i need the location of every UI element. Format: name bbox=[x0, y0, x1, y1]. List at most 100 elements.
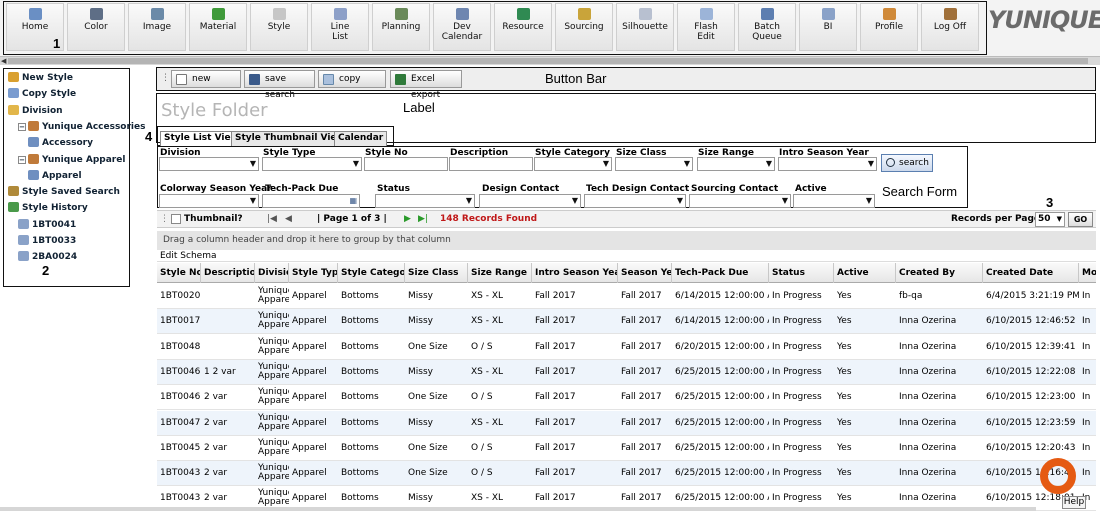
toolbar-image-button[interactable]: Image bbox=[128, 3, 186, 51]
table-row[interactable]: 1BT00462 var Yunique ApparelApparel Bottom… bbox=[157, 385, 1096, 411]
thumbnail-checkbox[interactable] bbox=[171, 214, 181, 224]
sidebar-item-accessory[interactable]: Accessory bbox=[28, 137, 93, 151]
sidebar-item-yunique-apparel[interactable]: − Yunique Apparel bbox=[18, 153, 125, 168]
scroll-left-icon[interactable]: ◀ bbox=[1, 57, 6, 65]
collapse-toggle-icon[interactable]: − bbox=[18, 155, 26, 164]
sidebar-item-yunique-accessories[interactable]: − Yunique Accessories bbox=[18, 120, 145, 135]
tech-pack-due-input[interactable]: ▦ bbox=[262, 194, 360, 208]
edit-schema-link[interactable]: Edit Schema bbox=[157, 250, 1096, 262]
scrollbar-thumb[interactable] bbox=[8, 58, 1088, 64]
table-row[interactable]: 1BT0048 Yunique ApparelApparel Bottoms One … bbox=[157, 335, 1096, 360]
column-header-style-type[interactable]: Style Type bbox=[289, 263, 338, 283]
style-category-select[interactable]: ▼ bbox=[534, 157, 612, 171]
column-header-size-class[interactable]: Size Class bbox=[405, 263, 468, 283]
toolbar-scrollbar[interactable]: ◀ bbox=[0, 56, 1100, 65]
size-class-select[interactable]: ▼ bbox=[615, 157, 693, 171]
records-per-page-select[interactable]: 50 ▼ bbox=[1035, 212, 1065, 227]
sidebar-item-new-style[interactable]: New Style bbox=[8, 72, 73, 86]
toolbar-sourcing-button[interactable]: Sourcing bbox=[555, 3, 613, 51]
toolbar-planning-button[interactable]: Planning bbox=[372, 3, 430, 51]
style-type-select[interactable]: ▼ bbox=[262, 157, 362, 171]
column-header-size-range[interactable]: Size Range bbox=[468, 263, 532, 283]
column-header-style-no[interactable]: Style No bbox=[157, 263, 201, 283]
column-header-mo[interactable]: Mo bbox=[1079, 263, 1096, 283]
copy-button[interactable]: copy bbox=[318, 70, 386, 88]
design-contact-label: Design Contact bbox=[482, 184, 560, 194]
bottom-scrollbar[interactable] bbox=[0, 507, 1036, 511]
sidebar-item-1bt0041[interactable]: 1BT0041 bbox=[18, 218, 76, 233]
tab-style-thumbnail-view[interactable]: Style Thumbnail View bbox=[231, 131, 349, 146]
new-button[interactable]: new bbox=[171, 70, 241, 88]
division-select[interactable]: ▼ bbox=[159, 157, 259, 171]
sidebar-item-division[interactable]: Division bbox=[8, 104, 63, 119]
column-header-created-date[interactable]: Created Date bbox=[983, 263, 1079, 283]
intro-season-year-select[interactable]: ▼ bbox=[778, 157, 877, 171]
next-page-icon[interactable]: ▶ bbox=[404, 214, 411, 224]
cell-created-date: 6/4/2015 3:21:19 PM bbox=[986, 291, 1079, 301]
column-header-description[interactable]: Description bbox=[201, 263, 255, 283]
toolbar-color-button[interactable]: Color bbox=[67, 3, 125, 51]
help-label[interactable]: Help bbox=[1062, 496, 1086, 509]
column-header-season-year[interactable]: Season Year bbox=[618, 263, 672, 283]
toolbar-material-button[interactable]: Material bbox=[189, 3, 247, 51]
group-by-drop-zone[interactable]: Drag a column header and drop it here to… bbox=[157, 231, 1096, 250]
toolbar-silhouette-button[interactable]: Silhouette bbox=[616, 3, 674, 51]
description-input[interactable] bbox=[449, 157, 533, 171]
column-header-style-category[interactable]: Style Category bbox=[338, 263, 405, 283]
table-row[interactable]: 1BT00472 var Yunique ApparelApparel Bottom… bbox=[157, 410, 1096, 436]
tech-design-contact-select[interactable]: ▼ bbox=[584, 194, 686, 208]
sidebar-item-style-saved-search[interactable]: Style Saved Search bbox=[8, 186, 120, 200]
table-row[interactable]: 1BT0017 Yunique ApparelApparel Bottoms Miss… bbox=[157, 309, 1096, 335]
column-header-created-by[interactable]: Created By bbox=[896, 263, 983, 283]
table-row[interactable]: 1BT00452 var Yunique ApparelApparel Bottom… bbox=[157, 436, 1096, 461]
form-icon bbox=[28, 169, 39, 180]
sourcing-contact-label: Sourcing Contact bbox=[691, 184, 779, 194]
toolbar-bi-button[interactable]: BI bbox=[799, 3, 857, 51]
sidebar-item-1bt0033[interactable]: 1BT0033 bbox=[18, 235, 76, 249]
cell-style-no: 1BT0046 bbox=[160, 366, 201, 377]
toolbar-line-list-button[interactable]: Line List bbox=[311, 3, 369, 51]
design-contact-select[interactable]: ▼ bbox=[479, 194, 581, 208]
toolbar-batch-queue-button[interactable]: Batch Queue bbox=[738, 3, 796, 51]
style-no-input[interactable] bbox=[364, 157, 448, 171]
go-button[interactable]: GO bbox=[1068, 212, 1093, 227]
toolbar-button-label: Sourcing bbox=[564, 22, 604, 32]
toolbar-button-label: Log Off bbox=[933, 22, 967, 32]
help-widget[interactable]: Help bbox=[1036, 458, 1086, 511]
cell-season-year: Fall 2017 bbox=[621, 341, 662, 352]
sidebar-item-copy-style[interactable]: Copy Style bbox=[8, 88, 76, 102]
search-button[interactable]: search bbox=[881, 154, 933, 172]
size-range-select[interactable]: ▼ bbox=[697, 157, 775, 171]
excel-export-button[interactable]: Excel export bbox=[390, 70, 462, 100]
sourcing-contact-select[interactable]: ▼ bbox=[689, 194, 791, 208]
last-page-icon[interactable]: ▶| bbox=[418, 214, 428, 224]
tab-calendar[interactable]: Calendar bbox=[334, 131, 388, 146]
calendar-icon[interactable]: ▦ bbox=[349, 196, 357, 205]
table-row[interactable]: 1BT00461 2 var Yunique ApparelApparel Bott… bbox=[157, 359, 1096, 385]
column-header-active[interactable]: Active bbox=[834, 263, 896, 283]
column-header-division[interactable]: Division bbox=[255, 263, 289, 283]
column-header-intro-season-year[interactable]: Intro Season Year bbox=[532, 263, 618, 283]
lifebuoy-icon[interactable] bbox=[1040, 458, 1076, 494]
column-header-status[interactable]: Status bbox=[769, 263, 834, 283]
toolbar-profile-button[interactable]: Profile bbox=[860, 3, 918, 51]
table-row[interactable]: 1BT0020 Yunique ApparelApparel Bottoms Miss… bbox=[157, 284, 1096, 309]
table-row[interactable]: 1BT00432 var Yunique ApparelApparel Bottom… bbox=[157, 461, 1096, 487]
first-page-icon[interactable]: |◀ bbox=[267, 214, 277, 224]
toolbar-log-off-button[interactable]: Log Off bbox=[921, 3, 979, 51]
toolbar-flash-edit-button[interactable]: Flash Edit bbox=[677, 3, 735, 51]
colorway-season-year-select[interactable]: ▼ bbox=[159, 194, 259, 208]
prev-page-icon[interactable]: ◀ bbox=[285, 214, 292, 224]
active-select[interactable]: ▼ bbox=[793, 194, 875, 208]
toolbar-resource-button[interactable]: Resource bbox=[494, 3, 552, 51]
column-header-tech-pack-due[interactable]: Tech-Pack Due bbox=[672, 263, 769, 283]
toolbar-style-button[interactable]: Style bbox=[250, 3, 308, 51]
save-search-button[interactable]: save search bbox=[244, 70, 315, 100]
sidebar-item-apparel[interactable]: Apparel bbox=[28, 169, 82, 184]
status-select[interactable]: ▼ bbox=[375, 194, 475, 208]
collapse-toggle-icon[interactable]: − bbox=[18, 122, 26, 131]
cell-style-no: 1BT0045 bbox=[160, 442, 201, 453]
toolbar-dev-calendar-button[interactable]: Dev Calendar bbox=[433, 3, 491, 51]
cell-size-range: XS - XL bbox=[471, 291, 504, 301]
sidebar-item-style-history[interactable]: Style History bbox=[8, 202, 88, 216]
